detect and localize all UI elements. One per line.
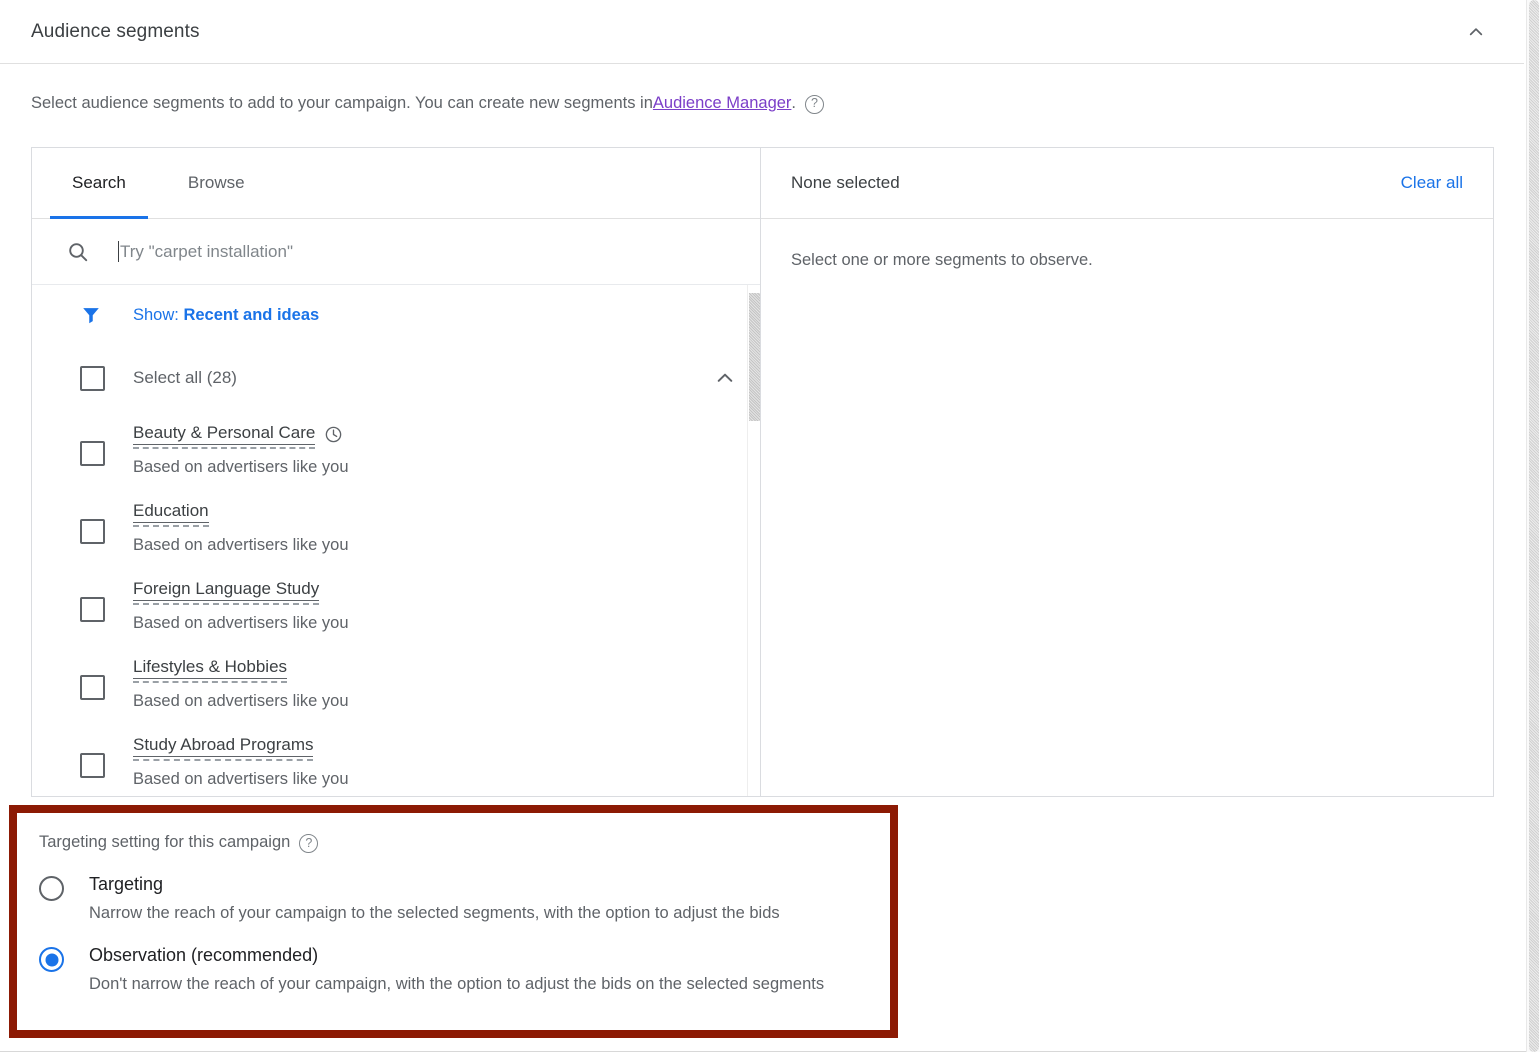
search-input[interactable] bbox=[120, 241, 744, 262]
collapse-list-chevron-up-icon[interactable] bbox=[712, 365, 738, 391]
selected-header: None selected Clear all bbox=[761, 148, 1493, 219]
observation-option-title: Observation (recommended) bbox=[89, 945, 319, 965]
page-title: Audience segments bbox=[31, 20, 200, 42]
segment-name[interactable]: Education bbox=[133, 501, 209, 527]
help-circle-icon[interactable]: ? bbox=[299, 834, 319, 853]
tab-search-label: Search bbox=[72, 172, 126, 192]
targeting-setting-section: Targeting setting for this campaign ? Ta… bbox=[17, 813, 890, 994]
segment-checkbox[interactable] bbox=[80, 675, 105, 700]
segment-checkbox[interactable] bbox=[80, 441, 105, 466]
description-text-before: Select audience segments to add to your … bbox=[31, 94, 653, 112]
segment-name[interactable]: Beauty & Personal Care bbox=[133, 423, 316, 449]
segment-name-row: Study Abroad Programs bbox=[133, 735, 349, 761]
segment-body: Lifestyles & Hobbies Based on advertiser… bbox=[133, 657, 349, 711]
targeting-option-body: Targeting Narrow the reach of your campa… bbox=[89, 874, 780, 923]
segment-subtitle: Based on advertisers like you bbox=[133, 536, 349, 554]
tab-browse[interactable]: Browse bbox=[166, 147, 267, 218]
observation-option-desc: Don't narrow the reach of your campaign,… bbox=[89, 975, 825, 993]
segment-name-row: Foreign Language Study bbox=[133, 579, 349, 605]
search-row bbox=[32, 219, 760, 285]
segment-list-item[interactable]: Education Based on advertisers like you bbox=[32, 489, 760, 567]
segment-body: Beauty & Personal Care Based on advertis… bbox=[133, 423, 349, 477]
segment-subtitle: Based on advertisers like you bbox=[133, 614, 349, 632]
segment-list-item[interactable]: Study Abroad Programs Based on advertise… bbox=[32, 723, 760, 796]
targeting-setting-highlight: Targeting setting for this campaign ? Ta… bbox=[9, 805, 898, 1038]
panel-header: Audience segments bbox=[0, 0, 1524, 64]
text-caret bbox=[118, 241, 119, 262]
help-circle-icon[interactable]: ? bbox=[805, 94, 825, 114]
selected-count-label: None selected bbox=[791, 173, 900, 192]
filter-value: Recent and ideas bbox=[183, 305, 320, 324]
collapse-panel-button[interactable] bbox=[1452, 8, 1500, 56]
observation-option-body: Observation (recommended) Don't narrow t… bbox=[89, 945, 824, 994]
clock-icon bbox=[326, 426, 342, 442]
observation-radio[interactable] bbox=[39, 947, 64, 972]
audience-segments-panel: Audience segments Select audience segmen… bbox=[0, 0, 1524, 114]
segment-browser-pane: Search Browse Try "carpet installation" … bbox=[32, 148, 761, 796]
panel-description: Select audience segments to add to your … bbox=[0, 64, 1524, 114]
segment-name[interactable]: Study Abroad Programs bbox=[133, 735, 314, 761]
segment-body: Foreign Language Study Based on advertis… bbox=[133, 579, 349, 633]
page-scrollbar[interactable] bbox=[1526, 0, 1540, 1052]
segment-list-scrollbar[interactable] bbox=[747, 285, 760, 796]
segment-name[interactable]: Foreign Language Study bbox=[133, 579, 320, 605]
chevron-up-icon bbox=[1469, 27, 1483, 35]
page-scrollbar-thumb[interactable] bbox=[1529, 0, 1539, 1052]
description-text-after: . bbox=[791, 94, 797, 112]
select-all-row: Select all (28) bbox=[32, 345, 760, 411]
segment-list-item[interactable]: Foreign Language Study Based on advertis… bbox=[32, 567, 760, 645]
clear-all-button[interactable]: Clear all bbox=[1401, 173, 1463, 193]
scrollbar-thumb[interactable] bbox=[749, 293, 760, 421]
audience-manager-link[interactable]: Audience Manager bbox=[653, 92, 792, 114]
segment-subtitle: Based on advertisers like you bbox=[133, 458, 349, 476]
selected-segments-pane: None selected Clear all Select one or mo… bbox=[761, 148, 1493, 796]
segment-list-item[interactable]: Beauty & Personal Care Based on advertis… bbox=[32, 411, 760, 489]
targeting-option-desc: Narrow the reach of your campaign to the… bbox=[89, 904, 780, 922]
tab-browse-label: Browse bbox=[187, 172, 245, 192]
segment-name-row: Beauty & Personal Care bbox=[133, 423, 349, 449]
targeting-radio[interactable] bbox=[39, 876, 64, 901]
segment-list-area: Show: Recent and ideas Select all (28) B… bbox=[32, 285, 760, 796]
targeting-setting-title: Targeting setting for this campaign bbox=[39, 833, 291, 851]
segment-body: Education Based on advertisers like you bbox=[133, 501, 349, 555]
segment-selector: Search Browse Try "carpet installation" … bbox=[31, 147, 1494, 797]
targeting-option-title: Targeting bbox=[89, 874, 164, 894]
segment-subtitle: Based on advertisers like you bbox=[133, 692, 349, 710]
tab-search[interactable]: Search bbox=[50, 147, 148, 219]
selected-empty-message: Select one or more segments to observe. bbox=[791, 251, 1093, 269]
segment-subtitle: Based on advertisers like you bbox=[133, 770, 349, 788]
filter-show-label: Show: Recent and ideas bbox=[133, 306, 319, 325]
targeting-option-observation[interactable]: Observation (recommended) Don't narrow t… bbox=[39, 945, 890, 994]
targeting-option-targeting[interactable]: Targeting Narrow the reach of your campa… bbox=[39, 874, 890, 923]
filter-prefix: Show: bbox=[133, 305, 184, 324]
filter-show-row[interactable]: Show: Recent and ideas bbox=[32, 285, 760, 345]
select-all-label: Select all (28) bbox=[133, 368, 237, 387]
segment-checkbox[interactable] bbox=[80, 597, 105, 622]
targeting-setting-label: Targeting setting for this campaign ? bbox=[39, 833, 890, 853]
search-input-wrap bbox=[118, 241, 744, 262]
selector-tabs: Search Browse bbox=[32, 148, 760, 219]
segment-body: Study Abroad Programs Based on advertise… bbox=[133, 735, 349, 789]
filter-icon bbox=[83, 308, 99, 324]
segment-list: Show: Recent and ideas Select all (28) B… bbox=[32, 285, 760, 796]
segment-checkbox[interactable] bbox=[80, 519, 105, 544]
segment-list-item[interactable]: Lifestyles & Hobbies Based on advertiser… bbox=[32, 645, 760, 723]
segment-name-row: Education bbox=[133, 501, 349, 527]
segment-name[interactable]: Lifestyles & Hobbies bbox=[133, 657, 288, 683]
segment-checkbox[interactable] bbox=[80, 753, 105, 778]
segment-name-row: Lifestyles & Hobbies bbox=[133, 657, 349, 683]
select-all-checkbox[interactable] bbox=[80, 365, 105, 391]
search-icon bbox=[69, 242, 88, 261]
